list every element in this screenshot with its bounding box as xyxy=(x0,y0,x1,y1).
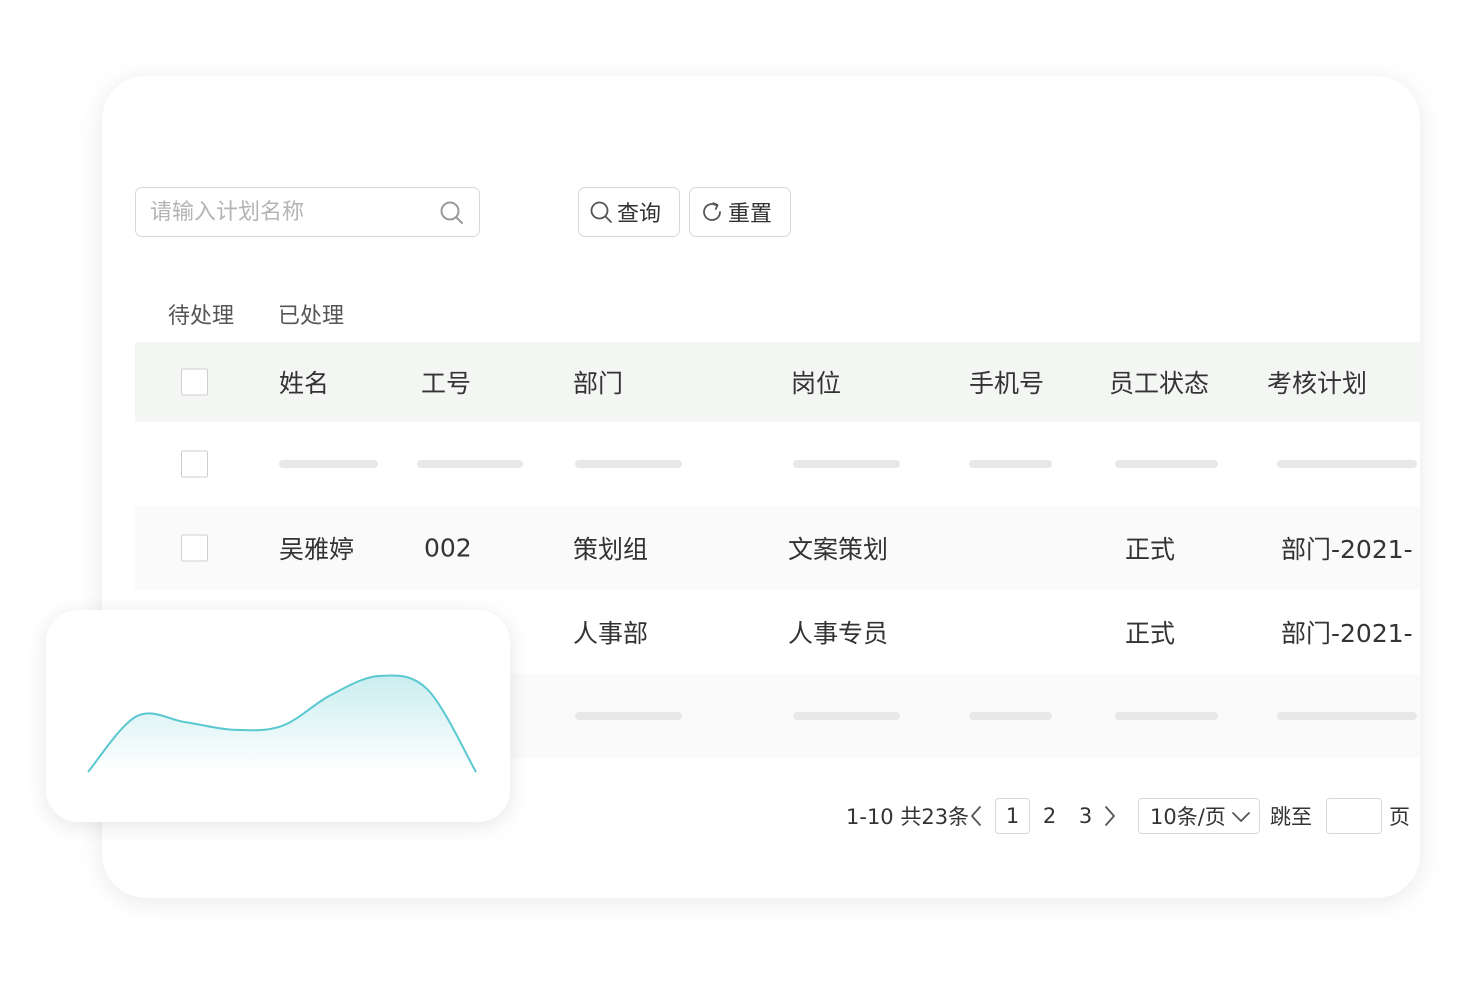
column-header-id[interactable]: 工号 xyxy=(421,364,471,400)
cell-name: 吴雅婷 xyxy=(279,535,355,564)
skeleton-bar xyxy=(969,712,1052,720)
cell-post: 文案策划 xyxy=(788,535,889,564)
cell-post: 人事专员 xyxy=(788,619,889,648)
reset-button-label: 重置 xyxy=(728,202,773,227)
column-header-name[interactable]: 姓名 xyxy=(279,364,329,400)
cell-id: 002 xyxy=(424,533,472,563)
column-header-phone[interactable]: 手机号 xyxy=(969,364,1044,400)
search-input[interactable] xyxy=(148,196,428,228)
page-size-value: 10条/页 xyxy=(1150,805,1226,829)
skeleton-bar xyxy=(1277,460,1417,468)
area-fill xyxy=(88,675,476,772)
page-1-button[interactable]: 1 xyxy=(995,798,1030,834)
page-3-button[interactable]: 3 xyxy=(1068,798,1103,834)
pagination-range: 1-10 共23条 xyxy=(846,805,970,829)
area-chart xyxy=(87,674,477,773)
cell-dept: 人事部 xyxy=(573,619,649,648)
search-icon[interactable] xyxy=(439,200,465,226)
jump-page-input[interactable] xyxy=(1326,798,1382,834)
row-checkbox[interactable] xyxy=(181,450,208,478)
skeleton-bar xyxy=(575,712,682,720)
column-header-post[interactable]: 岗位 xyxy=(791,364,841,400)
page-size-select[interactable]: 10条/页 xyxy=(1138,798,1260,834)
search-box[interactable] xyxy=(135,187,480,237)
skeleton-bar xyxy=(417,460,523,468)
search-icon xyxy=(590,201,612,223)
cell-status: 正式 xyxy=(1125,619,1176,648)
row-checkbox[interactable] xyxy=(181,534,208,562)
query-button[interactable]: 查询 xyxy=(578,187,680,237)
skeleton-bar xyxy=(793,712,900,720)
skeleton-bar xyxy=(1115,712,1218,720)
skeleton-bar xyxy=(969,460,1052,468)
chevron-down-icon xyxy=(1232,812,1250,822)
chevron-right-icon[interactable] xyxy=(1102,805,1118,827)
skeleton-bar xyxy=(279,460,378,468)
cell-dept: 策划组 xyxy=(573,535,649,564)
tab-processed[interactable]: 已处理 xyxy=(278,298,344,330)
column-header-dept[interactable]: 部门 xyxy=(573,364,623,400)
chart-card xyxy=(46,610,510,822)
refresh-icon xyxy=(703,202,721,221)
page-2-button[interactable]: 2 xyxy=(1032,798,1067,834)
skeleton-bar xyxy=(575,460,682,468)
column-header-plan[interactable]: 考核计划 xyxy=(1267,364,1367,400)
table-header: 姓名 工号 部门 岗位 手机号 员工状态 考核计划 xyxy=(135,342,1420,422)
query-button-label: 查询 xyxy=(617,202,662,227)
reset-button[interactable]: 重置 xyxy=(689,187,791,237)
table-row[interactable]: 吴雅婷 002 策划组 文案策划 正式 部门-2021- xyxy=(135,506,1420,590)
cell-status: 正式 xyxy=(1125,535,1176,564)
skeleton-bar xyxy=(1277,712,1417,720)
chevron-left-icon[interactable] xyxy=(968,805,984,827)
jump-label: 跳至 xyxy=(1270,805,1312,829)
column-header-status[interactable]: 员工状态 xyxy=(1109,364,1209,400)
cell-plan: 部门-2021- xyxy=(1281,535,1413,564)
skeleton-bar xyxy=(1115,460,1218,468)
select-all-checkbox[interactable] xyxy=(181,368,208,396)
cell-plan: 部门-2021- xyxy=(1281,619,1413,648)
page-suffix-label: 页 xyxy=(1389,805,1410,829)
tab-pending[interactable]: 待处理 xyxy=(168,298,234,330)
skeleton-bar xyxy=(793,460,900,468)
table-row-skeleton xyxy=(135,422,1420,506)
